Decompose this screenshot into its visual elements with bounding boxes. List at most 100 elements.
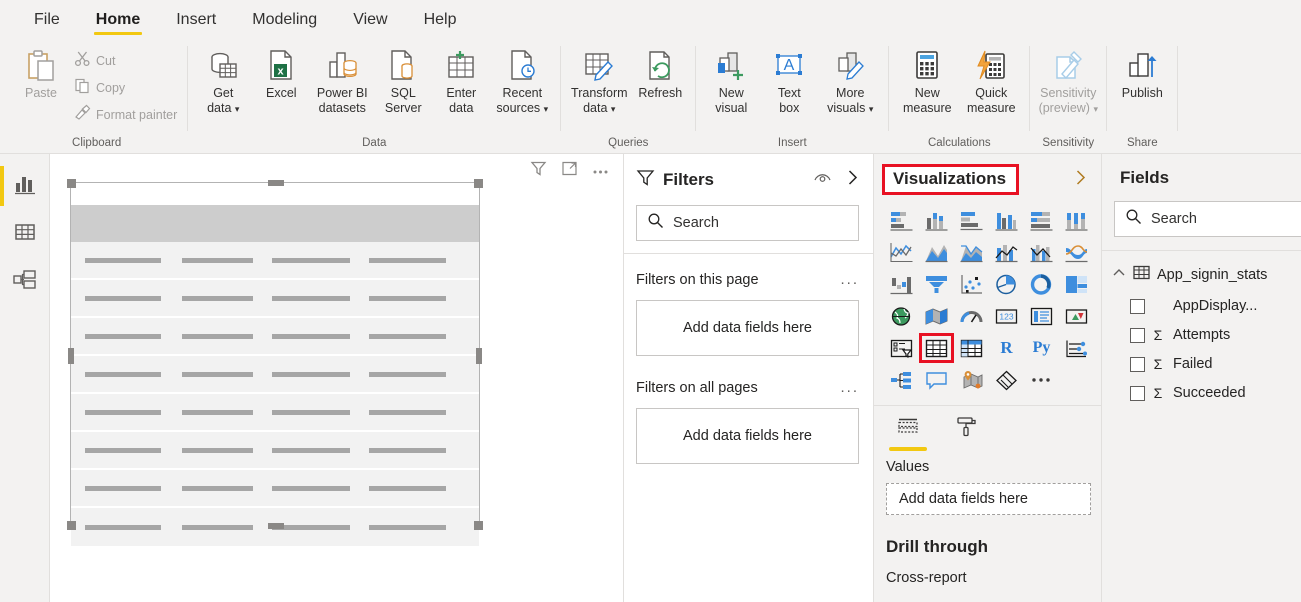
- resize-handle-bottom-center[interactable]: [268, 523, 284, 529]
- filters-on-all-pages-dropzone[interactable]: Add data fields here: [636, 408, 859, 464]
- resize-handle-bottom-right[interactable]: [474, 521, 483, 530]
- viz-waterfall-chart-icon[interactable]: [884, 269, 919, 299]
- viz-ribbon-chart-icon[interactable]: [1059, 237, 1094, 267]
- viz-100-stacked-bar-chart-icon[interactable]: [1024, 205, 1059, 235]
- new-measure-button[interactable]: New measure: [895, 44, 959, 116]
- resize-handle-top-left[interactable]: [67, 179, 76, 188]
- viz-pie-chart-icon[interactable]: [989, 269, 1024, 299]
- tab-file[interactable]: File: [18, 7, 76, 38]
- tab-insert[interactable]: Insert: [160, 7, 232, 38]
- fields-table-app-signin-stats[interactable]: App_signin_stats: [1102, 251, 1301, 285]
- filters-on-all-pages-menu[interactable]: ...: [840, 383, 859, 393]
- viz-clustered-bar-chart-icon[interactable]: [954, 205, 989, 235]
- power-bi-datasets-button[interactable]: Power BI datasets: [310, 44, 374, 116]
- sql-server-button[interactable]: SQL Server: [374, 44, 432, 116]
- resize-handle-middle-right[interactable]: [476, 348, 482, 364]
- tab-modeling[interactable]: Modeling: [236, 7, 333, 38]
- viz-100-stacked-column-chart-icon[interactable]: [1059, 205, 1094, 235]
- field-row-appdisplay[interactable]: Σ AppDisplay...: [1102, 285, 1301, 314]
- field-checkbox[interactable]: [1130, 386, 1145, 401]
- field-checkbox[interactable]: [1130, 299, 1145, 314]
- sidebar-item-model-view[interactable]: [0, 258, 49, 306]
- table-visual-placeholder[interactable]: [70, 182, 480, 527]
- filter-icon[interactable]: [530, 160, 547, 182]
- viz-decomposition-tree-icon[interactable]: [884, 365, 919, 395]
- hide-filters-eye-icon[interactable]: [813, 171, 832, 189]
- text-box-button[interactable]: A Text box: [760, 44, 818, 116]
- format-tab[interactable]: [946, 416, 986, 451]
- publish-button[interactable]: Publish: [1113, 44, 1171, 101]
- filters-on-this-page-dropzone[interactable]: Add data fields here: [636, 300, 859, 356]
- viz-r-script-visual-icon[interactable]: R: [989, 333, 1024, 363]
- focus-mode-icon[interactable]: [561, 160, 578, 182]
- viz-scatter-chart-icon[interactable]: [954, 269, 989, 299]
- tab-view[interactable]: View: [337, 7, 403, 38]
- new-visual-button[interactable]: New visual: [702, 44, 760, 116]
- viz-python-visual-icon[interactable]: Py: [1024, 333, 1059, 363]
- chevron-up-icon[interactable]: [1112, 266, 1126, 285]
- viz-funnel-chart-icon[interactable]: [919, 269, 954, 299]
- viz-treemap-icon[interactable]: [1059, 269, 1094, 299]
- viz-line-and-stacked-column-chart-icon[interactable]: [989, 237, 1024, 267]
- recent-sources-button[interactable]: Recent sources ▾: [490, 44, 554, 117]
- quick-measure-button[interactable]: Quick measure: [959, 44, 1023, 116]
- viz-card-icon[interactable]: 123: [989, 301, 1024, 331]
- tab-home[interactable]: Home: [80, 7, 156, 38]
- format-painter-button[interactable]: Format painter: [70, 102, 181, 128]
- viz-area-chart-icon[interactable]: [919, 237, 954, 267]
- viz-matrix-icon[interactable]: [954, 333, 989, 363]
- viz-qna-icon[interactable]: [919, 365, 954, 395]
- viz-gauge-icon[interactable]: [954, 301, 989, 331]
- viz-kpi-icon[interactable]: [1059, 301, 1094, 331]
- fields-tab[interactable]: [888, 416, 928, 451]
- fields-search-input[interactable]: Search: [1114, 201, 1301, 237]
- filters-on-this-page-section: Filters on this page ... Add data fields…: [624, 254, 873, 356]
- viz-table-icon[interactable]: [919, 333, 954, 363]
- field-checkbox[interactable]: [1130, 357, 1145, 372]
- enter-data-button[interactable]: Enter data: [432, 44, 490, 116]
- field-row-succeeded[interactable]: Σ Succeeded: [1102, 372, 1301, 401]
- more-visuals-button[interactable]: More visuals ▾: [818, 44, 882, 117]
- viz-stacked-area-chart-icon[interactable]: [954, 237, 989, 267]
- report-canvas[interactable]: [50, 154, 623, 602]
- viz-filled-map-icon[interactable]: [919, 301, 954, 331]
- viz-arcgis-maps-icon[interactable]: [954, 365, 989, 395]
- sensitivity-button[interactable]: Sensitivity (preview) ▾: [1036, 44, 1100, 117]
- get-data-button[interactable]: Get data ▾: [194, 44, 252, 117]
- resize-handle-bottom-left[interactable]: [67, 521, 76, 530]
- resize-handle-top-right[interactable]: [474, 179, 483, 188]
- copy-button[interactable]: Copy: [70, 75, 181, 101]
- collapse-visualizations-pane-icon[interactable]: [1074, 169, 1089, 191]
- field-row-failed[interactable]: Σ Failed: [1102, 343, 1301, 372]
- viz-key-influencers-icon[interactable]: [1059, 333, 1094, 363]
- transform-data-button[interactable]: Transform data ▾: [567, 44, 631, 117]
- viz-stacked-column-chart-icon[interactable]: [919, 205, 954, 235]
- viz-clustered-column-chart-icon[interactable]: [989, 205, 1024, 235]
- resize-handle-top-center[interactable]: [268, 180, 284, 186]
- sidebar-item-report-view[interactable]: [0, 162, 49, 210]
- filters-search-input[interactable]: Search: [636, 205, 859, 241]
- tab-help[interactable]: Help: [408, 7, 473, 38]
- viz-line-and-clustered-column-chart-icon[interactable]: [1024, 237, 1059, 267]
- viz-slicer-icon[interactable]: [884, 333, 919, 363]
- filters-on-this-page-menu[interactable]: ...: [840, 275, 859, 285]
- viz-multi-row-card-icon[interactable]: [1024, 301, 1059, 331]
- values-well-dropzone[interactable]: Add data fields here: [886, 483, 1091, 515]
- drill-through-cross-report[interactable]: Cross-report: [874, 557, 1101, 586]
- paste-button[interactable]: Paste: [12, 44, 70, 101]
- field-checkbox[interactable]: [1130, 328, 1145, 343]
- refresh-button[interactable]: Refresh: [631, 44, 689, 101]
- viz-donut-chart-icon[interactable]: [1024, 269, 1059, 299]
- more-options-icon[interactable]: [592, 162, 609, 180]
- collapse-filters-pane-icon[interactable]: [846, 169, 859, 191]
- viz-map-icon[interactable]: [884, 301, 919, 331]
- excel-button[interactable]: x Excel: [252, 44, 310, 101]
- resize-handle-middle-left[interactable]: [68, 348, 74, 364]
- viz-paginated-report-icon[interactable]: [989, 365, 1024, 395]
- sidebar-item-data-view[interactable]: [0, 210, 49, 258]
- field-row-attempts[interactable]: Σ Attempts: [1102, 314, 1301, 343]
- viz-more-visuals-icon[interactable]: [1024, 365, 1059, 395]
- viz-line-chart-icon[interactable]: [884, 237, 919, 267]
- viz-stacked-bar-chart-icon[interactable]: [884, 205, 919, 235]
- cut-button[interactable]: Cut: [70, 48, 181, 74]
